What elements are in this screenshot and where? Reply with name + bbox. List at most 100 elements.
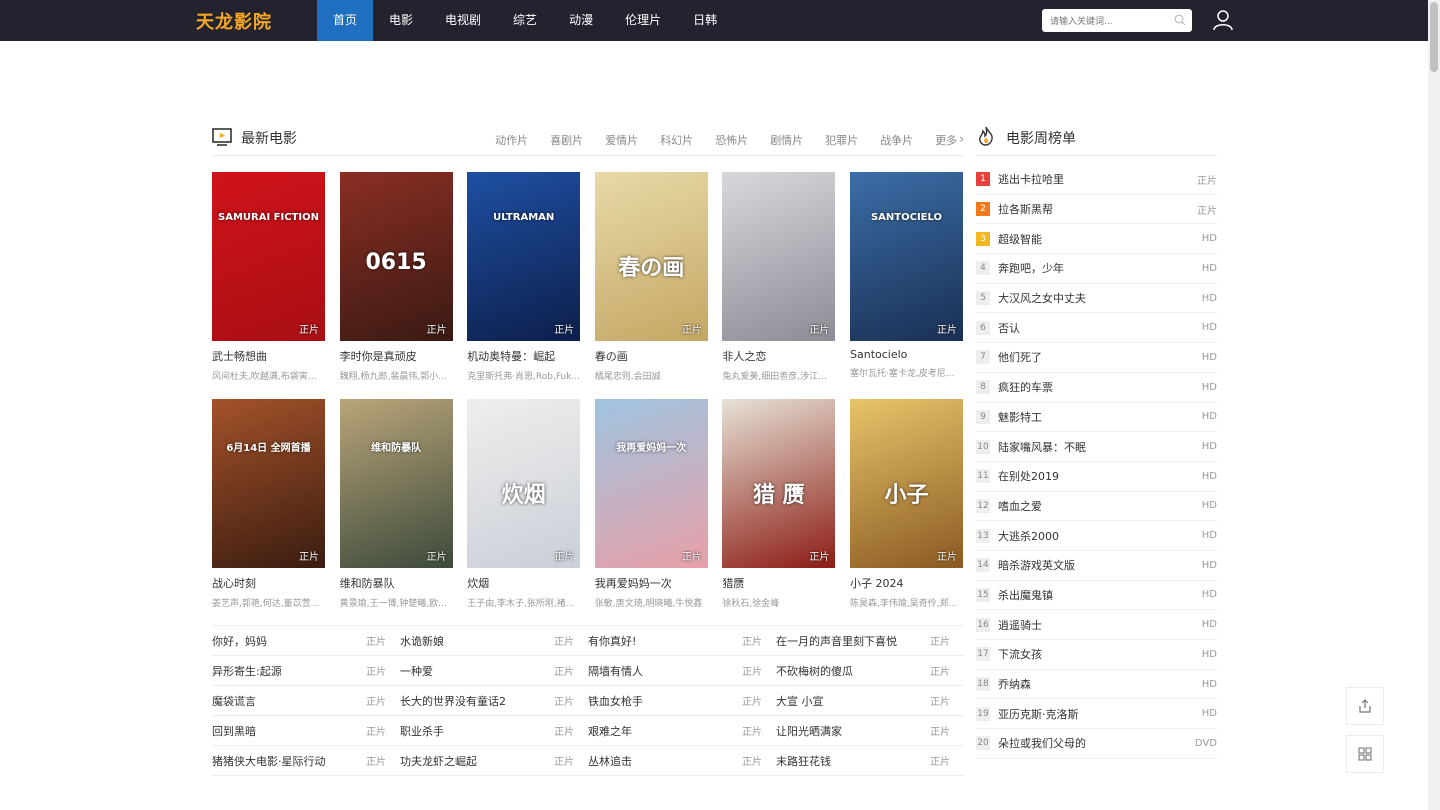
movie-poster[interactable]: SANTOCIELO 正片 [850, 172, 963, 341]
category-link[interactable]: 喜剧片 [550, 132, 583, 148]
movie-card[interactable]: 小子 正片 小子 2024 陈昊森,李伟瑜,吴奇伶,郑... [850, 399, 963, 609]
movie-link[interactable]: 丛林追击 [588, 753, 632, 769]
movie-title[interactable]: 春の画 [595, 348, 708, 364]
movie-link[interactable]: 长大的世界没有童话2 [400, 693, 506, 709]
movie-title[interactable]: 非人之恋 [722, 348, 835, 364]
ranking-movie-link[interactable]: 暗杀游戏英文版 [998, 557, 1202, 573]
movie-poster[interactable]: 猎 赝正片 [722, 399, 836, 568]
movie-link[interactable]: 艰难之年 [588, 723, 632, 739]
movie-card[interactable]: 维和防暴队 正片 维和防暴队 黄景瑜,王一博,钟楚曦,欧... [339, 399, 453, 609]
nav-item[interactable]: 综艺 [497, 0, 553, 41]
ranking-item[interactable]: 18 乔纳森 HD [976, 670, 1217, 700]
text-list-item[interactable]: 回到黑暗 正片 [212, 716, 400, 745]
ranking-item[interactable]: 16 逍遥骑士 HD [976, 610, 1217, 640]
movie-poster[interactable]: 维和防暴队 正片 [339, 399, 453, 568]
ranking-item[interactable]: 13 大逃杀2000 HD [976, 521, 1217, 551]
ranking-movie-link[interactable]: 嗜血之爱 [998, 498, 1202, 514]
text-list-item[interactable]: 长大的世界没有童话2 正片 [400, 686, 588, 715]
movie-link[interactable]: 有你真好! [588, 633, 636, 649]
text-list-item[interactable]: 魔袋谎言 正片 [212, 686, 400, 715]
ranking-movie-link[interactable]: 否认 [998, 320, 1202, 336]
movie-card[interactable]: 春の画 正片 春の画 橘尾忠则,会田誠 [594, 172, 708, 382]
ranking-item[interactable]: 19 亚历克斯·克洛斯 HD [976, 699, 1217, 730]
movie-card[interactable]: 猎 赝正片 猎赝 徐秋石,徐金峰 [722, 399, 836, 609]
ranking-item[interactable]: 5 大汉风之女中丈夫 HD [976, 284, 1217, 314]
movie-link[interactable]: 你好，妈妈 [212, 633, 267, 649]
category-link[interactable]: 犯罪片 [825, 132, 858, 148]
movie-card[interactable]: 正片 非人之恋 兔丸爱美,细田善彦,涉江让... [722, 172, 836, 382]
ranking-item[interactable]: 2 拉各斯黑帮 正片 [976, 195, 1217, 225]
movie-title[interactable]: 我再爱妈妈一次 [595, 575, 708, 591]
nav-item[interactable]: 首页 [317, 0, 374, 41]
share-button[interactable] [1346, 687, 1384, 725]
ranking-movie-link[interactable]: 乔纳森 [998, 676, 1202, 692]
text-list-item[interactable]: 铁血女枪手 正片 [588, 686, 776, 715]
ranking-movie-link[interactable]: 奔跑吧，少年 [998, 260, 1202, 276]
ranking-item[interactable]: 17 下流女孩 HD [976, 640, 1217, 670]
movie-link[interactable]: 让阳光晒满家 [776, 723, 842, 739]
movie-title[interactable]: 李时你是真顽皮 [340, 348, 453, 364]
ranking-movie-link[interactable]: 陆家嘴风暴：不眠 [998, 439, 1202, 455]
ranking-item[interactable]: 20 朵拉或我们父母的 DVD [976, 729, 1217, 759]
site-logo[interactable]: 天龙影院 [196, 8, 272, 34]
category-link[interactable]: 恐怖片 [715, 132, 748, 148]
text-list-item[interactable]: 你好，妈妈 正片 [212, 626, 400, 655]
category-link[interactable]: 剧情片 [770, 132, 803, 148]
ranking-movie-link[interactable]: 逃出卡拉哈里 [998, 171, 1197, 187]
ranking-movie-link[interactable]: 在别处2019 [998, 468, 1202, 484]
text-list-item[interactable]: 大宣 小宣 正片 [776, 686, 964, 715]
movie-link[interactable]: 不砍梅树的傻瓜 [776, 663, 853, 679]
ranking-movie-link[interactable]: 拉各斯黑帮 [998, 201, 1197, 217]
movie-link[interactable]: 铁血女枪手 [588, 693, 643, 709]
movie-title[interactable]: 维和防暴队 [340, 575, 453, 591]
movie-link[interactable]: 职业杀手 [400, 723, 444, 739]
text-list-item[interactable]: 在一月的声音里刻下喜悦 正片 [776, 626, 964, 655]
movie-poster[interactable]: 春の画 正片 [594, 172, 708, 341]
ranking-movie-link[interactable]: 超级智能 [998, 231, 1202, 247]
movie-link[interactable]: 大宣 小宣 [776, 693, 824, 709]
scrollbar-thumb[interactable] [1430, 2, 1438, 72]
movie-poster[interactable]: 小子 正片 [850, 399, 963, 568]
text-list-item[interactable]: 猪猪侠大电影·星际行动 正片 [212, 746, 400, 775]
ranking-item[interactable]: 7 他们死了 HD [976, 343, 1217, 373]
movie-poster[interactable]: SAMURAI FICTION 正片 [212, 172, 325, 341]
category-link[interactable]: 动作片 [495, 132, 528, 148]
text-list-item[interactable]: 功夫龙虾之崛起 正片 [400, 746, 588, 775]
category-link[interactable]: 战争片 [880, 132, 913, 148]
movie-poster[interactable]: ULTRAMAN 正片 [467, 172, 581, 341]
movie-title[interactable]: 小子 2024 [850, 575, 963, 591]
movie-link[interactable]: 隔墙有情人 [588, 663, 643, 679]
ranking-item[interactable]: 8 疯狂的车票 HD [976, 373, 1217, 403]
ranking-movie-link[interactable]: 亚历克斯·克洛斯 [998, 706, 1202, 722]
ranking-item[interactable]: 4 奔跑吧，少年 HD [976, 254, 1217, 284]
movie-link[interactable]: 一种爱 [400, 663, 433, 679]
ranking-movie-link[interactable]: 魅影特工 [998, 409, 1202, 425]
ranking-item[interactable]: 9 魅影特工 HD [976, 403, 1217, 433]
ranking-item[interactable]: 1 逃出卡拉哈里 正片 [976, 165, 1217, 195]
movie-card[interactable]: 6月14日 全网首播 正片 战心时刻 姜艺声,郭艳,何达,董苡萱... [212, 399, 325, 609]
ranking-item[interactable]: 14 暗杀游戏英文版 HD [976, 551, 1217, 581]
movie-link[interactable]: 魔袋谎言 [212, 693, 256, 709]
nav-item[interactable]: 电影 [373, 0, 429, 41]
movie-card[interactable]: SAMURAI FICTION 正片 武士畅想曲 风间杜夫,吹越满,布袋寅泰... [212, 172, 325, 382]
ranking-item[interactable]: 11 在别处2019 HD [976, 462, 1217, 492]
movie-card[interactable]: 0615 正片 李时你是真顽皮 魏翔,杨九郎,裴晨伟,郭小... [339, 172, 453, 382]
chevron-right-icon[interactable]: › [959, 132, 964, 148]
text-list-item[interactable]: 一种爱 正片 [400, 656, 588, 685]
search-input[interactable] [1042, 10, 1162, 34]
text-list-item[interactable]: 艰难之年 正片 [588, 716, 776, 745]
movie-link[interactable]: 末路狂花钱 [776, 753, 831, 769]
movie-link[interactable]: 在一月的声音里刻下喜悦 [776, 633, 897, 649]
qrcode-button[interactable] [1346, 735, 1384, 773]
search-icon[interactable] [1174, 14, 1186, 26]
text-list-item[interactable]: 有你真好! 正片 [588, 626, 776, 655]
text-list-item[interactable]: 隔墙有情人 正片 [588, 656, 776, 685]
text-list-item[interactable]: 不砍梅树的傻瓜 正片 [776, 656, 964, 685]
user-icon[interactable] [1212, 9, 1234, 31]
ranking-movie-link[interactable]: 朵拉或我们父母的 [998, 735, 1195, 751]
movie-card[interactable]: 我再爱妈妈一次 正片 我再爱妈妈一次 张敏,唐文琦,明晓曦,牛悦鑫 [594, 399, 708, 609]
ranking-movie-link[interactable]: 下流女孩 [998, 646, 1202, 662]
movie-card[interactable]: 炊烟 正片 炊烟 王子由,李木子,张所刚,褚... [467, 399, 581, 609]
category-link[interactable]: 爱情片 [605, 132, 638, 148]
movie-title[interactable]: 机动奥特曼：崛起 [467, 348, 580, 364]
